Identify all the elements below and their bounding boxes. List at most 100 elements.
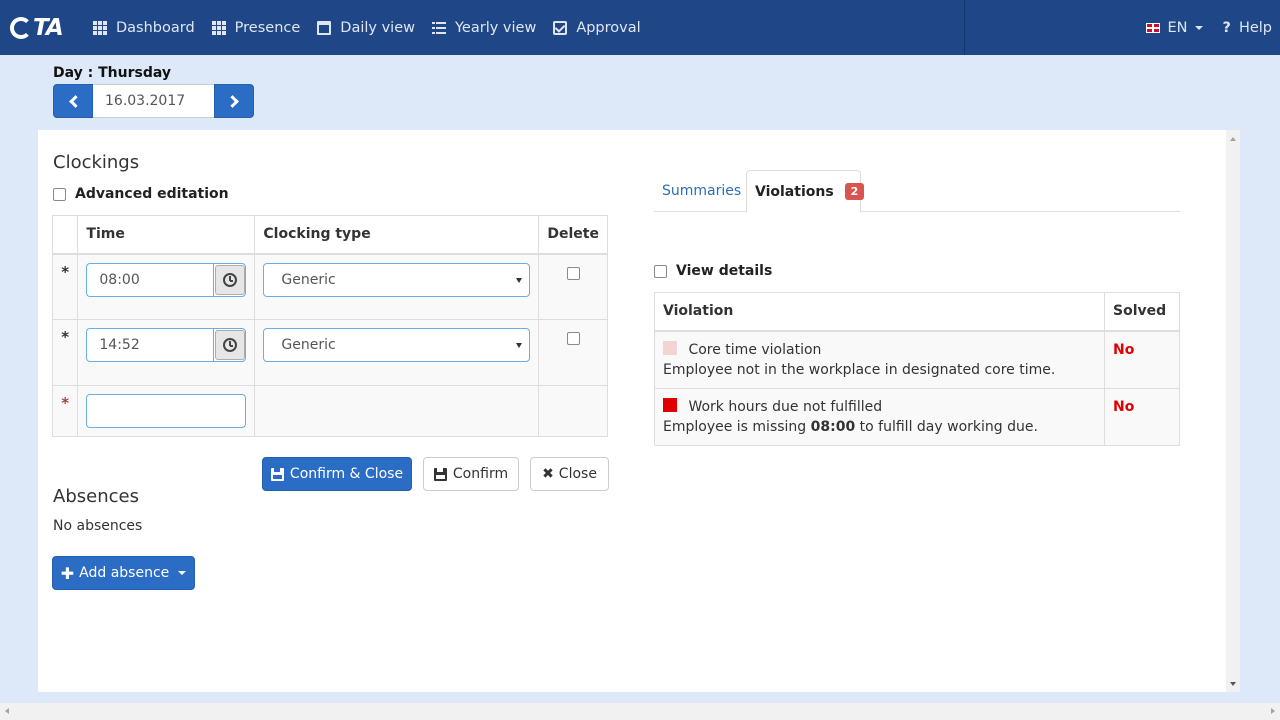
- grid-icon: [93, 20, 107, 35]
- delete-cell: [538, 319, 608, 386]
- time-cell: [77, 385, 256, 437]
- violations-table: Violation Solved Core time violation Emp…: [654, 292, 1180, 446]
- tab-summaries-label: Summaries: [662, 183, 742, 199]
- save-icon: [270, 467, 284, 481]
- caret-down-icon: [178, 571, 187, 575]
- scroll-down-icon[interactable]: [1230, 682, 1236, 686]
- add-absence-button[interactable]: ✚ Add absence: [52, 556, 195, 590]
- violation-color-swatch: [663, 397, 677, 412]
- advanced-editation-toggle[interactable]: Advanced editation: [53, 186, 229, 202]
- nav-dashboard-label: Dashboard: [116, 19, 195, 36]
- solved-cell: No: [1104, 387, 1180, 446]
- chevron-left-icon: [68, 94, 82, 108]
- violation-title: Core time violation: [688, 341, 822, 358]
- clock-button[interactable]: [213, 262, 247, 297]
- clockings-table: Time Clocking type Delete * 08:00 Generi…: [51, 215, 608, 437]
- time-picker: 08:00: [86, 262, 247, 297]
- scroll-left-icon[interactable]: [5, 708, 9, 714]
- violation-cell: Core time violation Employee not in the …: [654, 330, 1105, 389]
- delete-checkbox[interactable]: [566, 332, 580, 345]
- nav-daily-view[interactable]: Daily view: [317, 20, 415, 36]
- main-nav: Dashboard Presence Daily view Yearly vie…: [93, 0, 658, 55]
- clocking-type-select[interactable]: Generic: [263, 262, 531, 297]
- absences-empty-text: No absences: [53, 518, 143, 534]
- time-header: Time: [77, 215, 256, 255]
- clock-button[interactable]: [213, 328, 247, 362]
- marker-cell: *: [51, 253, 79, 320]
- table-row: * 08:00 Generic: [51, 253, 608, 320]
- nav-approval-label: Approval: [576, 19, 641, 36]
- caret-down-icon: [1194, 25, 1203, 30]
- delete-cell: [538, 253, 608, 320]
- vertical-scrollbar[interactable]: [1226, 130, 1240, 692]
- time-input[interactable]: 08:00: [86, 262, 214, 297]
- next-day-button[interactable]: [214, 84, 254, 118]
- plus-icon: ✚: [60, 563, 75, 583]
- table-row: *: [51, 385, 608, 437]
- solved-cell: No: [1104, 330, 1180, 389]
- day-navigator: 16.03.2017: [53, 84, 254, 118]
- app-logo[interactable]: TA: [10, 16, 64, 40]
- save-icon: [433, 467, 447, 481]
- solved-status: No: [1113, 341, 1135, 358]
- marker-cell: *: [51, 319, 79, 386]
- top-navbar: TA Dashboard Presence Daily view Yearly …: [0, 0, 1280, 55]
- table-row: Work hours due not fulfilled Employee is…: [654, 387, 1180, 446]
- violation-title: Work hours due not fulfilled: [688, 398, 883, 415]
- language-dropdown[interactable]: EN: [1145, 19, 1203, 36]
- tab-summaries[interactable]: Summaries: [654, 170, 749, 212]
- view-details-toggle[interactable]: View details: [654, 263, 772, 279]
- advanced-editation-checkbox[interactable]: [53, 187, 66, 201]
- clockings-title: Clockings: [53, 152, 140, 173]
- scroll-right-icon[interactable]: [1271, 708, 1275, 714]
- add-absence-label: Add absence: [79, 565, 170, 581]
- missing-hours-value: 08:00: [810, 418, 856, 435]
- language-label: EN: [1167, 19, 1188, 36]
- delete-checkbox[interactable]: [566, 266, 580, 280]
- help-label: Help: [1238, 19, 1272, 36]
- view-details-checkbox[interactable]: [654, 264, 667, 278]
- close-label: Close: [558, 466, 597, 482]
- tab-violations[interactable]: Violations 2: [746, 170, 865, 213]
- violation-header: Violation: [654, 292, 1105, 332]
- violation-cell: Work hours due not fulfilled Employee is…: [654, 387, 1105, 446]
- tab-violations-label: Violations: [755, 183, 834, 200]
- clock-icon: [222, 338, 237, 352]
- chevron-right-icon: [225, 94, 239, 108]
- confirm-close-button[interactable]: Confirm & Close: [262, 457, 412, 491]
- calendar-icon: [317, 20, 332, 35]
- close-button[interactable]: ✖ Close: [530, 457, 609, 491]
- asterisk-icon: *: [61, 262, 70, 281]
- delete-header: Delete: [538, 215, 608, 255]
- advanced-editation-label: Advanced editation: [75, 186, 229, 202]
- nav-yearly-view-label: Yearly view: [455, 19, 537, 36]
- uk-flag-icon: [1145, 22, 1160, 33]
- marker-header: [51, 215, 79, 255]
- confirm-button[interactable]: Confirm: [423, 457, 519, 491]
- nav-dashboard[interactable]: Dashboard: [93, 20, 195, 36]
- table-row: Core time violation Employee not in the …: [654, 330, 1180, 389]
- delete-cell-empty: [538, 385, 608, 437]
- nav-divider: [964, 0, 965, 55]
- nav-approval[interactable]: Approval: [553, 19, 641, 36]
- logo-mark: [10, 17, 32, 39]
- date-field[interactable]: 16.03.2017: [93, 84, 214, 118]
- view-details-label: View details: [676, 263, 773, 279]
- clocking-type-select[interactable]: Generic: [263, 328, 531, 362]
- solved-header: Solved: [1104, 292, 1180, 332]
- previous-day-button[interactable]: [53, 84, 93, 118]
- violation-description: Employee is missing 08:00 to fulfill day…: [663, 417, 1096, 437]
- help-link[interactable]: ? Help: [1223, 20, 1272, 36]
- asterisk-icon: *: [61, 328, 70, 346]
- new-time-input[interactable]: [86, 394, 247, 428]
- time-input[interactable]: 14:52: [86, 328, 214, 362]
- nav-yearly-view[interactable]: Yearly view: [432, 20, 536, 36]
- horizontal-scrollbar[interactable]: [0, 703, 1280, 720]
- scroll-up-icon[interactable]: [1230, 137, 1236, 141]
- type-cell-empty: [254, 385, 540, 437]
- confirm-label: Confirm: [452, 466, 509, 482]
- nav-presence[interactable]: Presence: [211, 20, 300, 36]
- grid-icon: [211, 20, 226, 35]
- summary-tabs: Summaries Violations 2: [654, 170, 1180, 213]
- list-icon: [432, 20, 446, 35]
